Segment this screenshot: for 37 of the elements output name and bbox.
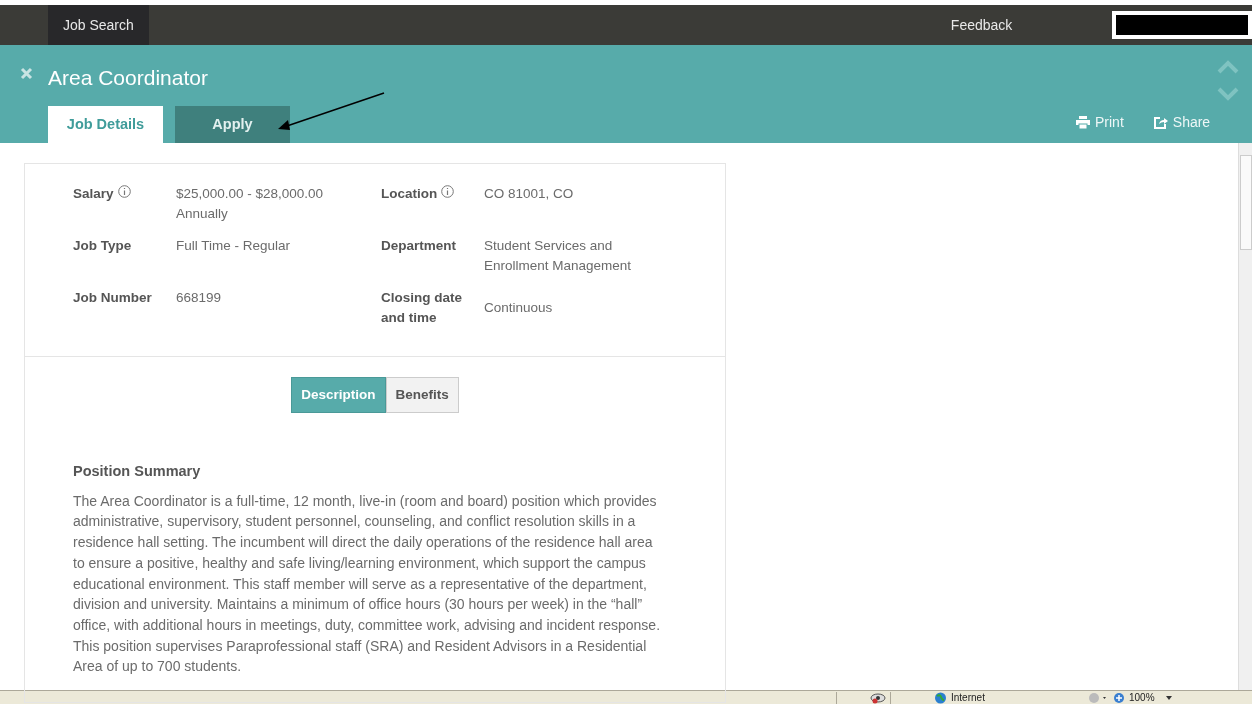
info-icon[interactable] xyxy=(441,185,455,198)
description-text: The Area Coordinator is a full-time, 12 month, live-in (room and board) position which provides administrative, supervisory, student personnel, counseling, and conflict resolution skills in a residence hall setting. The incumbent will direct the daily operations of the residence hall area to ensure a positive, healthy and safe living/learning environment, which support the campus educational environment. This staff member will serve as a representative of the department, division and university. Maintains a minimum of office hours (30 hours per week) in the “hall” office, with additional hours in meetings, duty, committee work, advising and incident response. This position supervises Paraprofessional staff (SRA) and Resident Advisors in a Residential Area of up to 700 students. xyxy=(73,491,661,677)
scrollbar[interactable] xyxy=(1238,143,1252,690)
zoom-icon[interactable] xyxy=(1113,691,1125,704)
section-heading: Position Summary xyxy=(73,462,202,481)
zone-label: Internet xyxy=(951,691,986,704)
globe-icon xyxy=(934,691,947,704)
job-title: Area Coordinator xyxy=(48,65,208,91)
chevron-up-icon[interactable] xyxy=(1217,60,1239,74)
field-value: Full Time - Regular xyxy=(176,237,292,255)
info-icon[interactable] xyxy=(117,185,131,198)
tab[interactable]: Description xyxy=(291,377,386,413)
field-label: Location xyxy=(381,185,438,203)
zoom-level[interactable]: 100% xyxy=(1129,690,1155,704)
header-action-link[interactable]: Share xyxy=(1153,112,1211,133)
chevron-down-icon[interactable] xyxy=(1217,87,1239,101)
header-action-link[interactable]: Print xyxy=(1076,112,1124,133)
field-value: $25,000.00 - $28,000.00 Annually xyxy=(176,185,325,223)
field-label: Job Number xyxy=(73,289,152,307)
share-icon xyxy=(1153,116,1168,129)
tab[interactable]: Apply xyxy=(175,106,290,143)
field-label: Salary xyxy=(73,185,114,203)
field-value: 668199 xyxy=(176,289,223,307)
nav-link[interactable]: Feedback xyxy=(935,5,1028,45)
caret-icon[interactable] xyxy=(1164,694,1173,701)
printer-icon xyxy=(1076,116,1090,129)
eye-icon xyxy=(870,691,886,704)
field-value: CO 81001, CO xyxy=(484,185,575,203)
field-value: Continuous xyxy=(484,299,554,317)
tab[interactable]: Benefits xyxy=(385,377,459,413)
field-label: Job Type xyxy=(73,237,132,255)
field-value: Student Services and Enrollment Management xyxy=(484,237,633,275)
tab[interactable]: Job Details xyxy=(48,106,163,143)
close-icon[interactable] xyxy=(20,67,33,80)
field-label: Closing date and time xyxy=(381,289,462,327)
field-label: Department xyxy=(381,237,456,255)
nav-link[interactable]: Job Search xyxy=(48,5,149,45)
